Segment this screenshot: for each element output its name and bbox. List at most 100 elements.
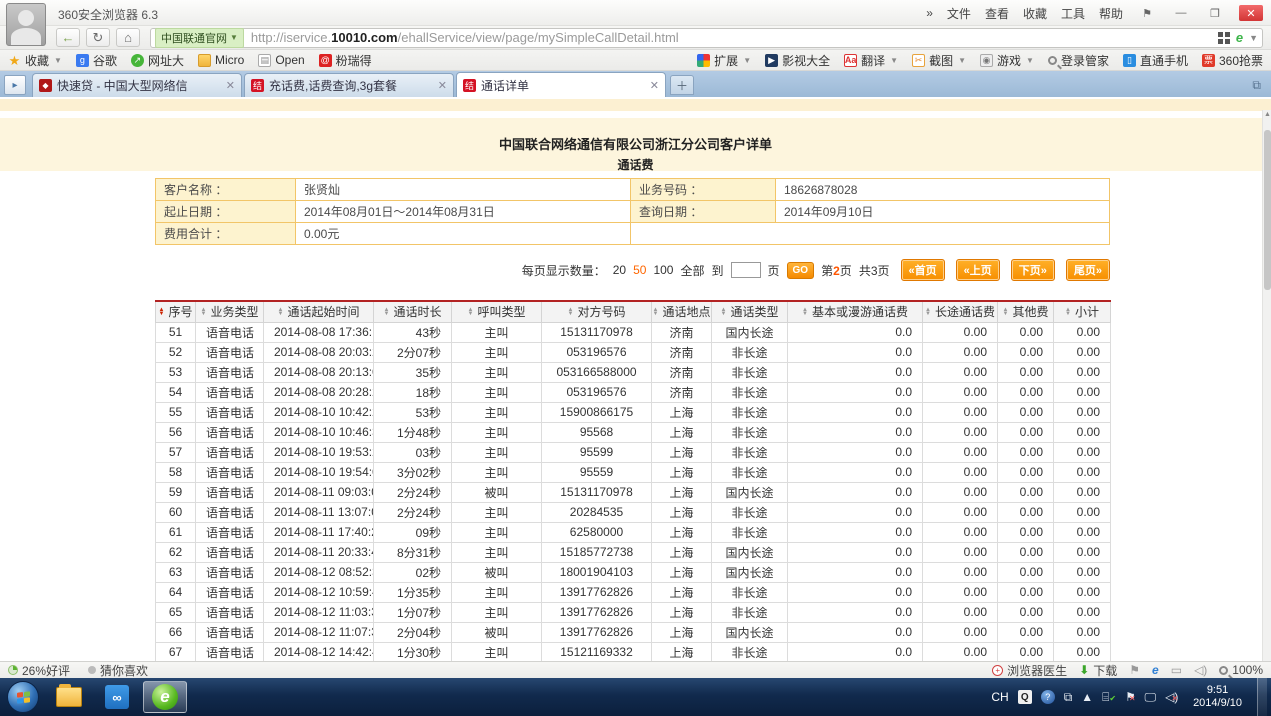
sort-icon[interactable]: ▲▼	[159, 308, 165, 316]
volume-muted-icon[interactable]: ◁)✕	[1165, 690, 1178, 704]
taskbar-360-browser[interactable]: e	[143, 681, 187, 713]
scroll-up-icon[interactable]: ▲	[1263, 110, 1271, 120]
column-header-4[interactable]: ▲▼呼叫类型	[452, 301, 542, 322]
tab-kuaisudai[interactable]: ◆ 快速贷 - 中国大型网络信 ✕	[32, 73, 242, 97]
sort-icon[interactable]: ▲▼	[278, 308, 284, 316]
bookmark-favorites[interactable]: ★收藏▼	[8, 52, 62, 69]
zoom-control[interactable]: 100%	[1219, 663, 1263, 677]
bookmark-open[interactable]: ▤Open	[258, 53, 304, 67]
goto-page-input[interactable]	[731, 262, 761, 278]
display-icon[interactable]: 🖵	[1145, 690, 1157, 705]
column-header-5[interactable]: ▲▼对方号码	[542, 301, 652, 322]
address-bar[interactable]: 中国联通官网▼ http://iservice.10010.com/ehallS…	[150, 28, 1263, 48]
home-button[interactable]: ⌂	[116, 28, 140, 47]
column-header-0[interactable]: ▲▼序号	[156, 301, 196, 322]
new-tab-button[interactable]: ＋	[670, 75, 694, 95]
menu-overflow-icon[interactable]: »	[926, 6, 933, 20]
sort-icon[interactable]: ▲▼	[1065, 308, 1071, 316]
bookmark-micro[interactable]: Micro	[198, 53, 244, 67]
tab-close-icon[interactable]: ✕	[226, 79, 235, 92]
url-dropdown-icon[interactable]: ▼	[1249, 33, 1258, 43]
last-page-button[interactable]: 尾页»	[1066, 259, 1110, 281]
site-label-chip[interactable]: 中国联通官网▼	[155, 28, 244, 48]
toolbar-translate[interactable]: Aa翻译▼	[844, 52, 898, 69]
toolbar-screenshot[interactable]: ✂截图▼	[912, 52, 966, 69]
ie-engine-icon[interactable]: e	[1152, 663, 1159, 677]
help-tray-icon[interactable]: ?	[1041, 690, 1055, 704]
column-header-1[interactable]: ▲▼业务类型	[196, 301, 264, 322]
compat-mode-icon[interactable]: e	[1236, 30, 1243, 45]
sort-icon[interactable]: ▲▼	[201, 308, 207, 316]
first-page-button[interactable]: «首页	[901, 259, 945, 281]
toolbar-phone[interactable]: ▯直通手机	[1123, 52, 1188, 69]
toolbar-games[interactable]: ◉游戏▼	[980, 52, 1034, 69]
minimize-button[interactable]: —	[1171, 5, 1191, 21]
sort-icon[interactable]: ▲▼	[721, 308, 727, 316]
pin-icon[interactable]: ⚑	[1137, 5, 1157, 21]
sort-icon[interactable]: ▲▼	[802, 308, 808, 316]
close-button[interactable]: ✕	[1239, 5, 1263, 21]
site-rating[interactable]: 26%好评	[8, 662, 70, 679]
start-button[interactable]	[7, 681, 39, 713]
column-header-10[interactable]: ▲▼其他费	[998, 301, 1054, 322]
qrcode-icon[interactable]	[1218, 32, 1230, 44]
taskbar-explorer[interactable]	[47, 681, 91, 713]
next-page-button[interactable]: 下页»	[1011, 259, 1055, 281]
column-header-7[interactable]: ▲▼通话类型	[712, 301, 788, 322]
tab-close-icon[interactable]: ✕	[438, 79, 447, 92]
back-button[interactable]: ←	[56, 28, 80, 47]
sort-icon[interactable]: ▲▼	[568, 308, 574, 316]
network-icon[interactable]: ⌸✔	[1102, 690, 1116, 705]
sort-icon[interactable]: ▲▼	[1003, 308, 1009, 316]
per-page-20[interactable]: 20	[613, 263, 626, 277]
show-desktop-button[interactable]	[1257, 678, 1267, 716]
flag-icon[interactable]: ⚑	[1129, 663, 1140, 677]
column-header-8[interactable]: ▲▼基本或漫游通话费	[788, 301, 923, 322]
menu-favorites[interactable]: 收藏	[1023, 5, 1047, 22]
show-hidden-icons[interactable]: ▲	[1081, 690, 1093, 704]
action-center-flag-icon[interactable]: ⚑✕	[1125, 690, 1135, 704]
download-manager[interactable]: ⬇下载	[1079, 662, 1117, 679]
guess-you-like[interactable]: 猜你喜欢	[88, 662, 148, 679]
sort-icon[interactable]: ▲▼	[468, 308, 474, 316]
tab-call-detail[interactable]: 结 通话详单 ✕	[456, 72, 666, 97]
menu-help[interactable]: 帮助	[1099, 5, 1123, 22]
taskbar-cloud-app[interactable]: ∞	[95, 681, 139, 713]
browser-doctor[interactable]: +浏览器医生	[992, 662, 1067, 679]
tab-list-button[interactable]: ▸	[4, 75, 26, 95]
per-page-100[interactable]: 100	[653, 263, 673, 277]
column-header-6[interactable]: ▲▼通话地点	[652, 301, 712, 322]
scrollbar-thumb[interactable]	[1264, 130, 1271, 290]
prev-page-button[interactable]: «上页	[956, 259, 1000, 281]
sort-icon[interactable]: ▲▼	[384, 308, 390, 316]
sort-icon[interactable]: ▲▼	[925, 308, 931, 316]
menu-tools[interactable]: 工具	[1061, 5, 1085, 22]
per-page-all[interactable]: 全部	[680, 262, 704, 279]
window-switch-icon[interactable]: ⧉	[1064, 690, 1073, 705]
user-avatar[interactable]	[6, 3, 46, 46]
go-button[interactable]: GO	[787, 262, 815, 279]
toolbar-login-manager[interactable]: 登录管家	[1048, 52, 1109, 69]
bookmark-fenruide[interactable]: @粉瑞得	[319, 52, 372, 69]
tab-close-icon[interactable]: ✕	[650, 79, 659, 92]
tab-chonghuafei[interactable]: 结 充话费,话费查询,3g套餐 ✕	[244, 73, 454, 97]
taskbar-clock[interactable]: 9:51 2014/9/10	[1193, 684, 1242, 710]
bookmark-google[interactable]: g谷歌	[76, 52, 117, 69]
ime-language[interactable]: CH	[991, 690, 1008, 704]
sort-icon[interactable]: ▲▼	[653, 308, 659, 316]
bookmark-wangzhi[interactable]: ↗网址大	[131, 52, 184, 69]
per-page-50-selected[interactable]: 50	[633, 263, 646, 277]
refresh-button[interactable]: ↻	[86, 28, 110, 47]
column-header-9[interactable]: ▲▼长途通话费	[923, 301, 998, 322]
menu-view[interactable]: 查看	[985, 5, 1009, 22]
column-header-2[interactable]: ▲▼通话起始时间	[264, 301, 374, 322]
speaker-icon[interactable]: ◁)	[1194, 663, 1207, 677]
restore-button[interactable]: ❐	[1205, 5, 1225, 21]
ime-mode-icon[interactable]: Q	[1018, 690, 1032, 704]
url-text[interactable]: http://iservice.10010.com/ehallService/v…	[251, 30, 1212, 45]
toolbar-movies[interactable]: ▶影视大全	[765, 52, 830, 69]
menu-file[interactable]: 文件	[947, 5, 971, 22]
tab-tools-icon[interactable]: ⧉	[1252, 78, 1261, 93]
column-header-11[interactable]: ▲▼小计	[1054, 301, 1111, 322]
toolbar-360-ticket[interactable]: 票360抢票	[1202, 52, 1263, 69]
